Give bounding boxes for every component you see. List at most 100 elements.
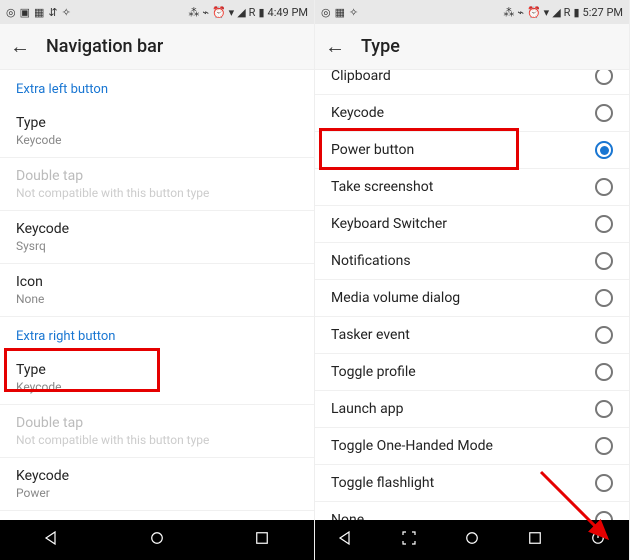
option-keycode[interactable]: Keycode [315, 95, 629, 132]
row-label: Double tap [16, 415, 298, 431]
radio-icon[interactable] [595, 289, 613, 307]
nav-home-icon[interactable] [463, 529, 481, 551]
row-icon-left[interactable]: Icon None [0, 264, 314, 317]
nav-back-icon[interactable] [337, 529, 355, 551]
net-label: R [249, 6, 256, 19]
radio-icon[interactable] [595, 400, 613, 418]
bluetooth-icon: ⁂ [503, 6, 514, 19]
row-keycode-right[interactable]: Keycode Power [0, 458, 314, 511]
app-bar: ← Navigation bar [0, 24, 314, 70]
row-label: Keycode [16, 221, 298, 237]
option-notifications[interactable]: Notifications [315, 243, 629, 280]
option-take-screenshot[interactable]: Take screenshot [315, 169, 629, 206]
row-value: Not compatible with this button type [16, 186, 298, 200]
option-none[interactable]: None [315, 502, 629, 520]
navigation-icon: ✧ [62, 6, 71, 19]
signal-icon: ◢ [552, 6, 560, 19]
nav-recent-icon[interactable] [253, 529, 271, 551]
radio-icon[interactable] [595, 437, 613, 455]
option-launch-app[interactable]: Launch app [315, 391, 629, 428]
clock: 5:27 PM [583, 6, 623, 19]
back-icon[interactable]: ← [10, 34, 30, 59]
alarm-icon: ⏰ [527, 6, 541, 19]
radio-icon[interactable] [595, 104, 613, 122]
vibrate-icon: ⌁ [202, 6, 209, 19]
radio-icon[interactable] [595, 326, 613, 344]
wifi-icon: ▾ [544, 6, 550, 19]
row-value: None [16, 292, 298, 306]
target-icon: ◎ [321, 6, 331, 19]
battery-icon: ▮ [573, 6, 579, 19]
row-doubletap-left: Double tap Not compatible with this butt… [0, 158, 314, 211]
row-value: Keycode [16, 133, 298, 147]
nav-back-icon[interactable] [43, 529, 61, 551]
row-type-right[interactable]: Type Keycode [0, 352, 314, 405]
page-title: Navigation bar [46, 36, 163, 57]
radio-icon[interactable] [595, 511, 613, 520]
option-label: Power button [331, 142, 414, 158]
row-label: Double tap [16, 168, 298, 184]
status-bar: ◎ ▦ ✧ ⁂ ⌁ ⏰ ▾ ◢ R ▮ 5:27 PM [315, 0, 629, 24]
row-value: Sysrq [16, 239, 298, 253]
settings-list[interactable]: Extra left button Type Keycode Double ta… [0, 70, 314, 520]
row-icon-right[interactable]: Icon None [0, 511, 314, 520]
nav-power-icon[interactable] [589, 529, 607, 551]
radio-icon[interactable] [595, 70, 613, 85]
radio-icon[interactable] [595, 141, 613, 159]
option-label: Toggle One-Handed Mode [331, 438, 493, 454]
option-label: None [331, 512, 364, 520]
back-icon[interactable]: ← [325, 34, 345, 59]
signal-icon: ◢ [237, 6, 245, 19]
row-label: Icon [16, 274, 298, 290]
nav-home-icon[interactable] [148, 529, 166, 551]
type-options-list[interactable]: Clipboard Keycode Power button Take screens… [315, 70, 629, 520]
radio-icon[interactable] [595, 252, 613, 270]
option-media-volume-dialog[interactable]: Media volume dialog [315, 280, 629, 317]
sync-icon: ⇵ [48, 6, 57, 19]
option-label: Notifications [331, 253, 411, 269]
image-icon: ▣ [20, 6, 30, 19]
battery-icon: ▮ [258, 6, 264, 19]
net-label: R [564, 6, 571, 19]
option-keyboard-switcher[interactable]: Keyboard Switcher [315, 206, 629, 243]
nav-recent-icon[interactable] [526, 529, 544, 551]
option-tasker-event[interactable]: Tasker event [315, 317, 629, 354]
nav-fullscreen-icon[interactable] [400, 529, 418, 551]
row-value: Power [16, 486, 298, 500]
nav-bar [0, 520, 314, 560]
apps-icon: ▦ [335, 6, 345, 19]
section-extra-left: Extra left button [0, 70, 314, 105]
row-value: Not compatible with this button type [16, 433, 298, 447]
vibrate-icon: ⌁ [517, 6, 524, 19]
option-label: Toggle flashlight [331, 475, 434, 491]
radio-icon[interactable] [595, 215, 613, 233]
radio-icon[interactable] [595, 178, 613, 196]
clock: 4:49 PM [268, 6, 308, 19]
row-type-left[interactable]: Type Keycode [0, 105, 314, 158]
option-clipboard[interactable]: Clipboard [315, 70, 629, 95]
row-doubletap-right: Double tap Not compatible with this butt… [0, 405, 314, 458]
phone-left: ◎ ▣ ▦ ⇵ ✧ ⁂ ⌁ ⏰ ▾ ◢ R ▮ 4:49 PM ← Naviga… [0, 0, 315, 560]
row-label: Keycode [16, 468, 298, 484]
row-keycode-left[interactable]: Keycode Sysrq [0, 211, 314, 264]
option-toggle-flashlight[interactable]: Toggle flashlight [315, 465, 629, 502]
option-label: Launch app [331, 401, 403, 417]
option-label: Toggle profile [331, 364, 416, 380]
alarm-icon: ⏰ [212, 6, 226, 19]
option-toggle-one-handed-mode[interactable]: Toggle One-Handed Mode [315, 428, 629, 465]
status-bar: ◎ ▣ ▦ ⇵ ✧ ⁂ ⌁ ⏰ ▾ ◢ R ▮ 4:49 PM [0, 0, 314, 24]
option-toggle-profile[interactable]: Toggle profile [315, 354, 629, 391]
radio-icon[interactable] [595, 363, 613, 381]
option-label: Media volume dialog [331, 290, 460, 306]
bluetooth-icon: ⁂ [188, 6, 199, 19]
page-title: Type [361, 36, 400, 57]
option-power-button[interactable]: Power button [315, 132, 629, 169]
phone-right: ◎ ▦ ✧ ⁂ ⌁ ⏰ ▾ ◢ R ▮ 5:27 PM ← Type Clipb… [315, 0, 630, 560]
option-label: Tasker event [331, 327, 410, 343]
row-label: Type [16, 115, 298, 131]
option-label: Clipboard [331, 70, 391, 84]
option-label: Keycode [331, 105, 384, 121]
navigation-icon: ✧ [349, 6, 358, 19]
radio-icon[interactable] [595, 474, 613, 492]
row-label: Type [16, 362, 298, 378]
